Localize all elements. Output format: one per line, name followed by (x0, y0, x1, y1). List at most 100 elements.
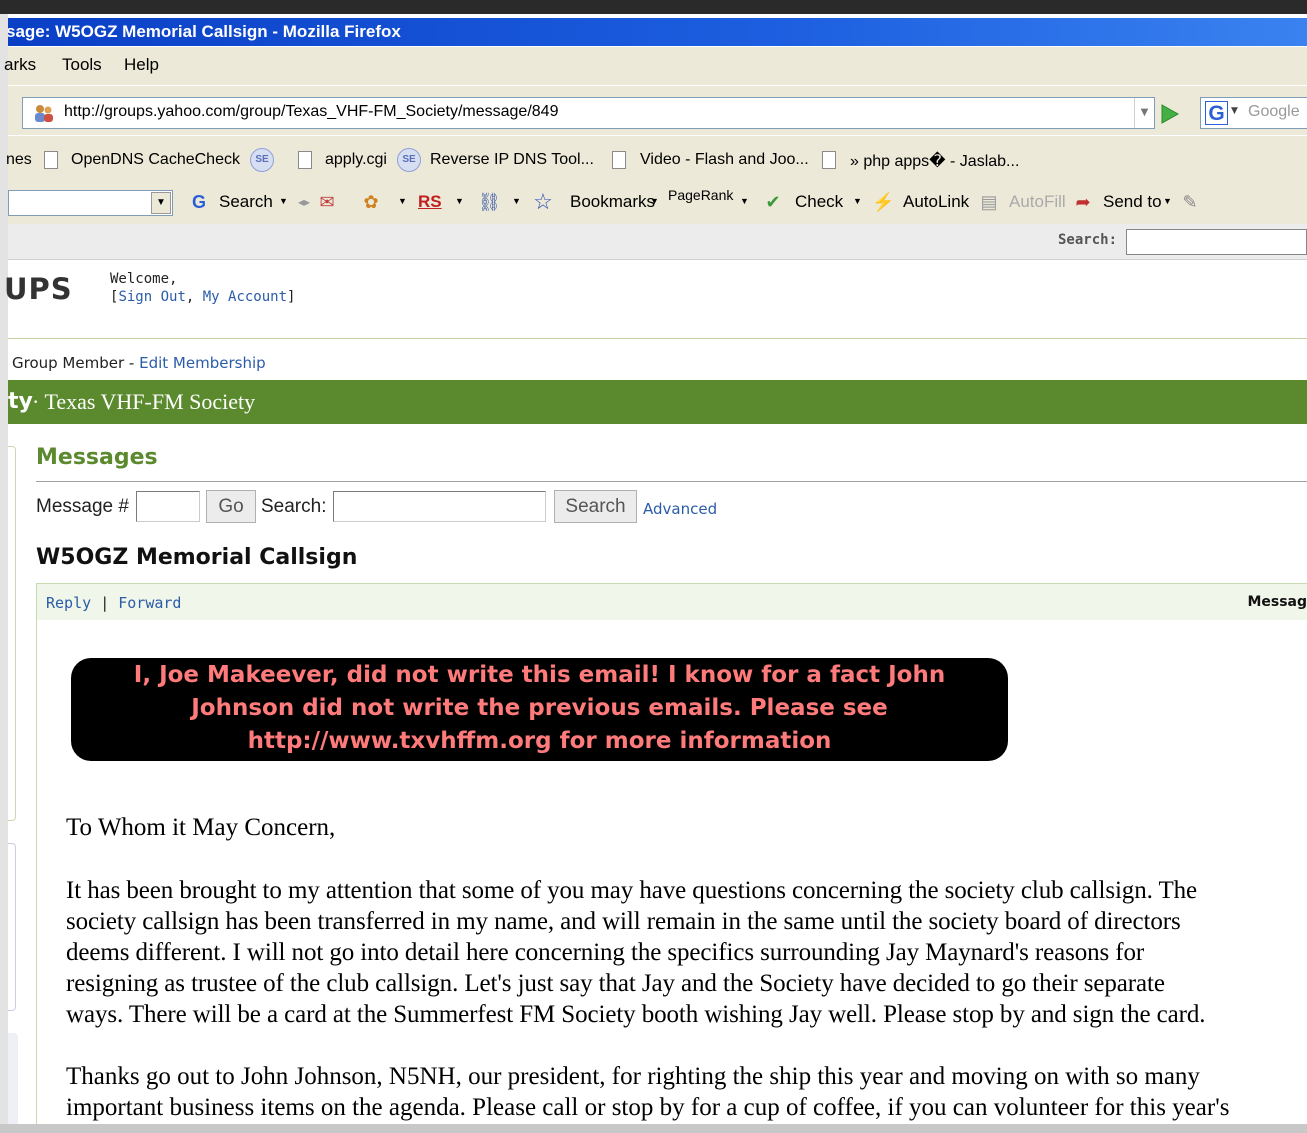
search-button[interactable]: Search (554, 490, 637, 523)
paragraph-line: It has been brought to my attention that… (66, 877, 1198, 904)
left-sidebar-panel (8, 1033, 18, 1133)
group-title-bar: ty · Texas VHF-FM Society (8, 380, 1307, 424)
bookmark-star-icon[interactable]: ☆ (532, 191, 554, 213)
yahoo-groups-logo[interactable]: UPS (0, 272, 73, 306)
search-engine-box[interactable]: G ▼ Google (1200, 97, 1307, 129)
left-sidebar-panel (8, 446, 16, 821)
google-icon[interactable]: G (1205, 101, 1228, 125)
puzzle-dropdown-icon[interactable]: ▼ (398, 196, 407, 206)
autolink-button[interactable]: AutoLink (903, 192, 969, 212)
advanced-search-link[interactable]: Advanced (643, 500, 717, 518)
membership-status: Group Member (12, 354, 125, 372)
disclaimer-line: I, Joe Makeever, did not write this emai… (133, 662, 946, 688)
menu-bookmarks[interactable]: arks (4, 55, 36, 75)
menu-bar: arks Tools Help (4, 47, 1307, 85)
edit-membership-link[interactable]: Edit Membership (139, 354, 266, 372)
link-dropdown-icon[interactable]: ▼ (512, 196, 521, 206)
check-dropdown-icon[interactable]: ▼ (853, 196, 862, 206)
bookmark-php-apps[interactable]: » php apps� - Jaslab... (850, 151, 1019, 171)
link-icon[interactable]: ⛓ (478, 191, 501, 213)
page-icon (298, 151, 312, 169)
pagerank-dropdown-icon[interactable]: ▼ (740, 196, 749, 206)
yahoo-search-label: Search: (1058, 232, 1118, 248)
menu-tools[interactable]: Tools (62, 55, 102, 75)
toolbar-search-button[interactable]: Search (219, 192, 273, 212)
highlighter-icon[interactable]: ✎ (1179, 191, 1201, 213)
reply-link[interactable]: Reply (46, 594, 91, 612)
autofill-button[interactable]: AutoFill (1009, 192, 1066, 212)
disclaimer-banner: I, Joe Makeever, did not write this emai… (71, 658, 1008, 761)
toolbar-search-combo[interactable]: ▼ (8, 190, 173, 216)
combo-dropdown-icon[interactable]: ▼ (151, 192, 171, 214)
sendto-button[interactable]: Send to (1103, 192, 1162, 212)
bookmark-truncated[interactable]: nes (6, 151, 32, 169)
group-name-fragment[interactable]: ty (8, 380, 33, 424)
message-actions: Reply | Forward (46, 594, 182, 612)
extensions-toolbar: ▼ G Search ▼ ◂▸ ✉ ✿ ▼ RS ▼ ⛓ ▼ ☆ Bookmar… (8, 182, 1307, 224)
paragraph-line: society callsign has been transferred in… (66, 908, 1181, 935)
bookmarks-button[interactable]: Bookmarks (570, 192, 655, 212)
go-arrow-icon[interactable] (1157, 102, 1181, 126)
welcome-line: Welcome, (110, 271, 178, 287)
sendto-icon[interactable]: ➦ (1072, 191, 1094, 213)
window-title: sage: W5OGZ Memorial Callsign - Mozilla … (8, 22, 401, 41)
bookmarks-dropdown-icon[interactable]: ▼ (650, 196, 659, 206)
se-icon: SE (397, 148, 421, 172)
bookmark-reverse-ip[interactable]: Reverse IP DNS Tool... (430, 151, 594, 169)
logo-text: UPS (4, 272, 73, 306)
window-bottom-edge (0, 1124, 1307, 1133)
rs-button[interactable]: RS (418, 192, 442, 212)
paragraph-line: resigning as trustee of the club callsig… (66, 970, 1165, 997)
paragraph-line: deems different. I will not go into deta… (66, 939, 1145, 966)
bookmark-video-flash[interactable]: Video - Flash and Joo... (640, 151, 809, 169)
message-header: Reply | Forward Messag (37, 584, 1307, 620)
bookmark-apply-cgi[interactable]: apply.cgi (325, 151, 387, 169)
go-button[interactable]: Go (206, 490, 256, 523)
search-label: Search: (261, 496, 327, 517)
welcome-block: Welcome, [Sign Out, My Account] (110, 271, 296, 305)
disclaimer-line: http://www.txvhffm.org for more informat… (247, 728, 832, 754)
sendto-dropdown-icon[interactable]: ▼ (1163, 196, 1172, 206)
search-dropdown-icon[interactable]: ▼ (279, 196, 288, 206)
puzzle-icon[interactable]: ✿ (360, 191, 382, 213)
url-bar[interactable]: http://groups.yahoo.com/group/Texas_VHF-… (22, 97, 1155, 129)
autolink-wand-icon[interactable]: ⚡ (872, 191, 894, 213)
bookmark-opendns[interactable]: OpenDNS CacheCheck (71, 151, 240, 169)
header-divider (8, 338, 1307, 339)
navigation-toolbar: http://groups.yahoo.com/group/Texas_VHF-… (8, 85, 1307, 135)
paragraph-line: important business items on the agenda. … (66, 1094, 1230, 1121)
paragraph-line: ways. There will be a card at the Summer… (66, 1001, 1206, 1028)
check-button[interactable]: Check (795, 192, 843, 212)
message-subject: W5OGZ Memorial Callsign (36, 545, 358, 570)
search-engine-placeholder: Google (1248, 103, 1300, 120)
rs-dropdown-icon[interactable]: ▼ (455, 196, 464, 206)
pagerank-indicator: PageRank (668, 187, 734, 203)
page-icon (612, 151, 626, 169)
messages-heading: Messages (36, 445, 158, 470)
message-search-input[interactable] (333, 491, 546, 522)
menu-help[interactable]: Help (124, 55, 159, 75)
forward-link[interactable]: Forward (118, 594, 181, 612)
divider-icon: ◂▸ (297, 195, 311, 209)
bookmarks-toolbar: nes OpenDNS CacheCheck SE apply.cgi SE R… (6, 136, 1307, 182)
messages-divider (36, 481, 1307, 482)
popup-blocker-icon[interactable]: ✉ (316, 191, 338, 213)
my-account-link[interactable]: My Account (203, 289, 287, 305)
search-engine-dropdown-icon[interactable]: ▼ (1231, 106, 1238, 116)
autofill-icon[interactable]: ▤ (978, 191, 1000, 213)
page-icon (44, 151, 58, 169)
site-people-icon (35, 105, 53, 122)
url-history-dropdown-icon[interactable]: ▼ (1134, 98, 1154, 128)
url-text: http://groups.yahoo.com/group/Texas_VHF-… (64, 103, 559, 120)
spellcheck-icon[interactable]: ✔ (762, 191, 784, 213)
page-icon (822, 151, 836, 169)
message-number-input[interactable] (136, 491, 200, 522)
left-sidebar-panel (8, 843, 16, 1011)
screen-top-strip (0, 0, 1307, 14)
membership-line: Group Member - Edit Membership (12, 354, 266, 372)
message-paragraph: It has been brought to my attention that… (66, 875, 1206, 1030)
google-g-icon[interactable]: G (188, 191, 210, 213)
yahoo-search-input[interactable] (1126, 229, 1307, 255)
sign-out-link[interactable]: Sign Out (118, 289, 185, 305)
message-paragraph: Thanks go out to John Johnson, N5NH, our… (66, 1061, 1229, 1123)
